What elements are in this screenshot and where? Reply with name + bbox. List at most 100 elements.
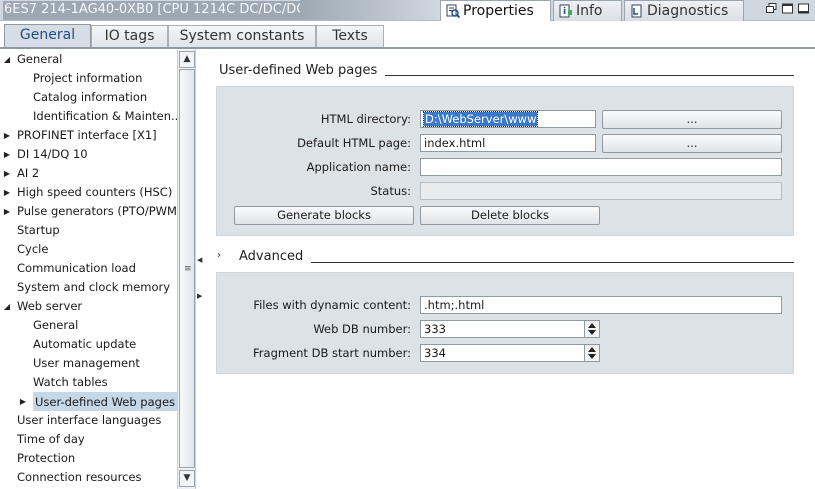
splitter-right-icon[interactable]: ▶ [197, 292, 202, 300]
nav-item-label: User-defined Web pages [33, 392, 177, 411]
nav-item[interactable]: ◢ General [0, 50, 177, 69]
nav-item-label: Time of day [17, 432, 85, 446]
nav-item[interactable]: Identification & Mainten... [0, 107, 177, 126]
spin-up-icon[interactable] [588, 347, 596, 352]
tab-diagnostics-label: Diagnostics [647, 3, 729, 19]
nav-item[interactable]: Communication load [0, 259, 177, 278]
scroll-down-button[interactable]: ▼ [179, 470, 195, 487]
expand-right-icon[interactable]: ▶ [18, 392, 28, 411]
nav-item-label: System and clock memory [17, 280, 171, 294]
section-heading-web-pages: User-defined Web pages [219, 63, 386, 78]
tab-info[interactable]: i Info [553, 0, 622, 22]
nav-item-label: General [33, 318, 79, 332]
nav-item[interactable]: Time of day [0, 430, 177, 449]
property-navigation-tree: ◢ General Project information Catalog infor… [0, 49, 177, 489]
expand-down-icon[interactable]: ◢ [2, 50, 12, 69]
tab-system-constants[interactable]: System constants [168, 25, 316, 48]
expand-right-icon[interactable]: ▶ [2, 164, 12, 183]
tab-properties-label: Properties [463, 3, 534, 19]
nav-item-label: PROFINET interface [X1] [17, 128, 157, 142]
nav-item[interactable]: Catalog information [0, 88, 177, 107]
nav-item[interactable]: User management [0, 354, 177, 373]
application-name-field[interactable] [420, 158, 782, 176]
spin-up-icon[interactable] [588, 323, 596, 328]
nav-item[interactable]: User interface languages [0, 411, 177, 430]
nav-item-label: DI 14/DQ 10 [17, 147, 88, 161]
collapse-icon[interactable] [798, 3, 809, 14]
delete-blocks-button[interactable]: Delete blocks [420, 206, 600, 225]
fragment-db-stepper[interactable] [584, 345, 599, 361]
tab-properties[interactable]: Properties [440, 0, 551, 23]
properties-icon [446, 4, 460, 18]
nav-item-label: General [17, 52, 63, 66]
status-label: Status: [370, 184, 411, 198]
html-directory-field[interactable]: D:\WebServer\www [420, 110, 596, 128]
html-directory-label: HTML directory: [320, 112, 411, 126]
browse-directory-button[interactable]: ... [602, 110, 782, 129]
nav-item-label: Identification & Mainten... [33, 109, 177, 123]
scroll-thumb[interactable]: ≡ [179, 69, 195, 468]
nav-item[interactable]: Startup [0, 221, 177, 240]
splitter-left-icon[interactable]: ◀ [197, 256, 202, 264]
nav-item[interactable]: ▶ DI 14/DQ 10 [0, 145, 177, 164]
tab-info-label: Info [576, 3, 603, 19]
nav-item-label: High speed counters (HSC) [17, 185, 173, 199]
nav-item[interactable]: ◢ Web server [0, 297, 177, 316]
chevron-right-icon: › [217, 250, 221, 261]
fragment-db-value: 334 [424, 346, 446, 360]
nav-item-label: Web server [17, 299, 83, 313]
advanced-expander[interactable]: › Advanced [214, 249, 312, 267]
expand-down-icon[interactable]: ◢ [2, 297, 12, 316]
nav-item[interactable]: System and clock memory [0, 278, 177, 297]
nav-item-label: Protection [17, 451, 76, 465]
nav-item-label: AI 2 [17, 166, 40, 180]
nav-item[interactable]: ▶ User-defined Web pages [0, 392, 177, 411]
tab-io-tags[interactable]: IO tags [91, 25, 168, 48]
nav-item[interactable]: ▶ AI 2 [0, 164, 177, 183]
spin-down-icon[interactable] [588, 354, 596, 359]
diagnostics-icon [631, 4, 642, 18]
html-directory-value: D:\WebServer\www [422, 111, 539, 127]
dynamic-content-field[interactable]: .htm;.html [420, 296, 782, 314]
nav-item[interactable]: Watch tables [0, 373, 177, 392]
advanced-divider [309, 262, 794, 263]
web-db-spinbox[interactable]: 333 [420, 320, 600, 338]
web-db-label: Web DB number: [313, 322, 411, 336]
nav-item-label: User management [33, 356, 140, 370]
tab-diagnostics[interactable]: Diagnostics [624, 0, 744, 22]
browse-page-button[interactable]: ... [602, 134, 782, 153]
nav-item[interactable]: Connection resources [0, 468, 177, 487]
nav-scrollbar[interactable]: ▲ ≡ ▼ [177, 50, 195, 489]
nav-item[interactable]: Project information [0, 69, 177, 88]
maximize-icon[interactable] [782, 3, 793, 14]
tab-texts[interactable]: Texts [316, 25, 384, 48]
pane-splitter[interactable]: ◀ ▶ [195, 49, 204, 489]
spin-down-icon[interactable] [588, 330, 596, 335]
nav-item[interactable]: Protection [0, 449, 177, 468]
nav-item[interactable]: ▶ PROFINET interface [X1] [0, 126, 177, 145]
grip-icon: ≡ [184, 264, 192, 274]
nav-item[interactable]: ▶ Pulse generators (PTO/PWM) [0, 202, 177, 221]
nav-item[interactable]: General [0, 316, 177, 335]
web-db-stepper[interactable] [584, 321, 599, 337]
nav-item[interactable]: ▶ High speed counters (HSC) [0, 183, 177, 202]
nav-item[interactable]: Cycle [0, 240, 177, 259]
expand-right-icon[interactable]: ▶ [2, 183, 12, 202]
scroll-up-button[interactable]: ▲ [179, 51, 195, 68]
svg-text:i: i [563, 7, 566, 17]
nav-item-label: Automatic update [33, 337, 137, 351]
float-window-icon[interactable] [766, 3, 777, 14]
generate-blocks-button[interactable]: Generate blocks [234, 206, 414, 225]
nav-item-label: User interface languages [17, 413, 162, 427]
expand-right-icon[interactable]: ▶ [2, 202, 12, 221]
nav-item[interactable]: Automatic update [0, 335, 177, 354]
application-name-label: Application name: [306, 160, 411, 174]
default-page-field[interactable]: index.html [420, 134, 596, 152]
fragment-db-spinbox[interactable]: 334 [420, 344, 600, 362]
expand-right-icon[interactable]: ▶ [2, 145, 12, 164]
tab-general[interactable]: General [4, 24, 91, 48]
nav-item-label: Startup [17, 223, 60, 237]
expand-right-icon[interactable]: ▶ [2, 126, 12, 145]
device-title: 6ES7 214-1AG40-0XB0 [CPU 1214C DC/DC/DC] [3, 1, 317, 20]
info-icon: i [559, 4, 572, 18]
